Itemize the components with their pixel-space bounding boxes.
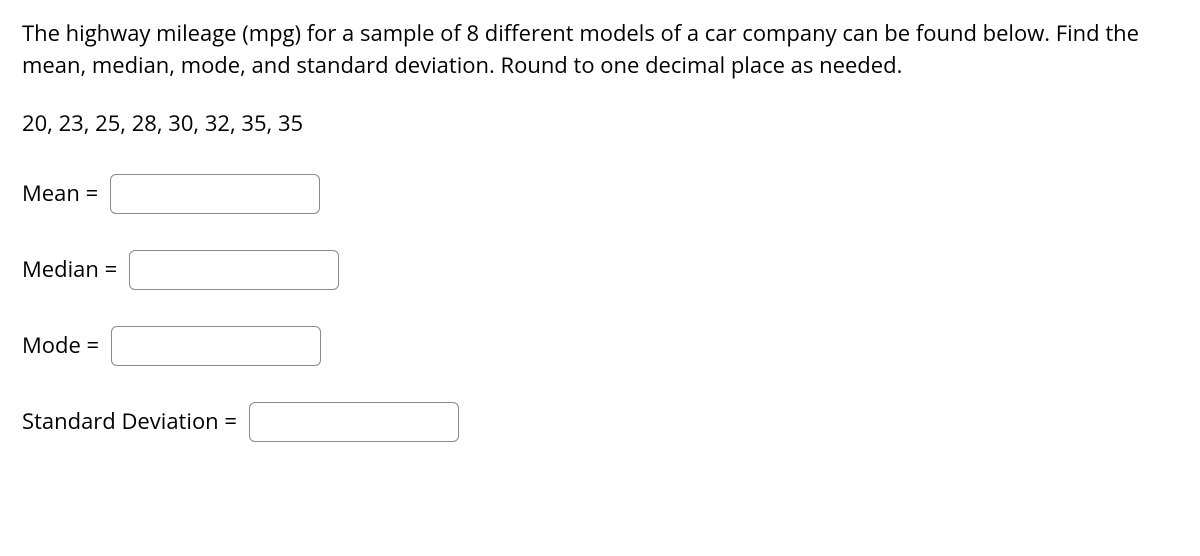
median-row: Median = bbox=[22, 250, 1178, 290]
std-dev-label: Standard Deviation = bbox=[22, 406, 243, 438]
std-dev-row: Standard Deviation = bbox=[22, 402, 1178, 442]
mode-row: Mode = bbox=[22, 326, 1178, 366]
median-input[interactable] bbox=[129, 250, 339, 290]
data-values: 20, 23, 25, 28, 30, 32, 35, 35 bbox=[22, 108, 1178, 140]
mode-label: Mode = bbox=[22, 330, 105, 362]
mean-row: Mean = bbox=[22, 174, 1178, 214]
mean-input[interactable] bbox=[110, 174, 320, 214]
mean-label: Mean = bbox=[22, 178, 104, 210]
median-label: Median = bbox=[22, 254, 123, 286]
question-prompt: The highway mileage (mpg) for a sample o… bbox=[22, 18, 1178, 82]
std-dev-input[interactable] bbox=[249, 402, 459, 442]
mode-input[interactable] bbox=[111, 326, 321, 366]
